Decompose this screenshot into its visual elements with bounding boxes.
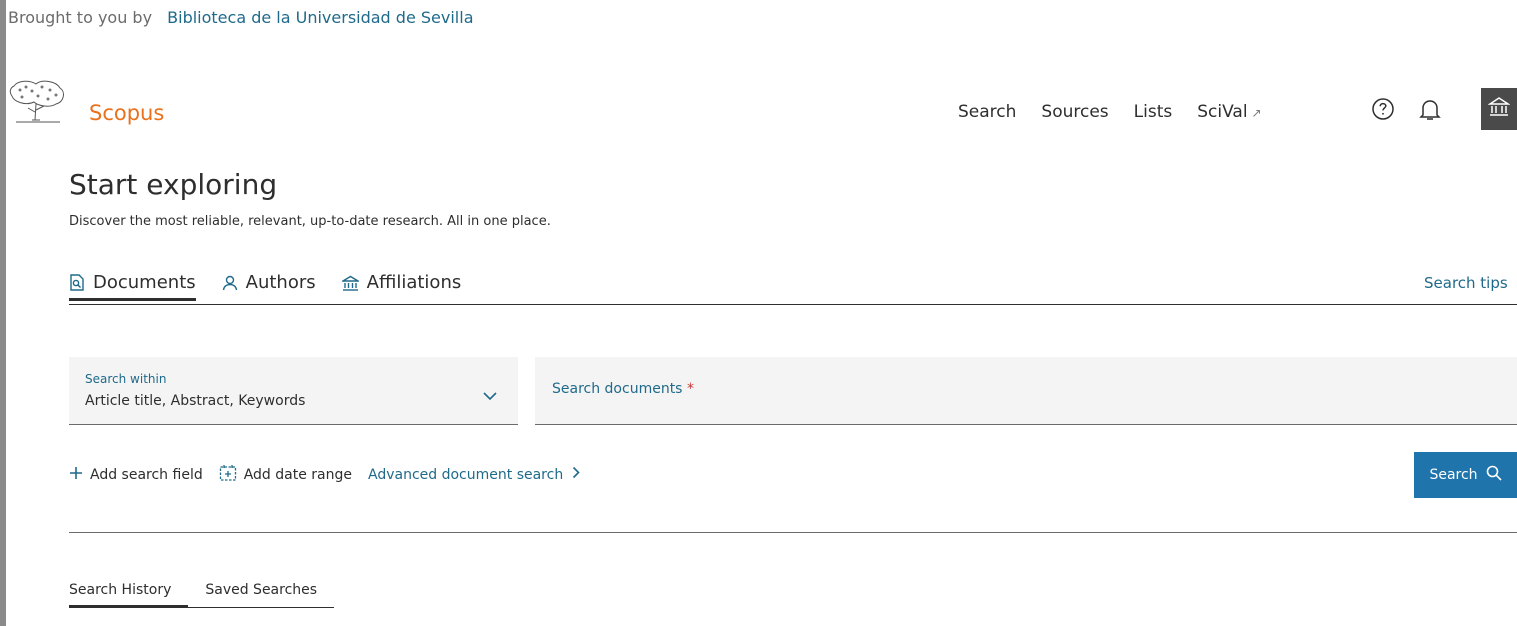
help-icon[interactable] xyxy=(1371,97,1395,121)
left-edge-bar xyxy=(0,0,6,626)
institution-icon xyxy=(341,275,359,291)
required-asterisk: * xyxy=(686,381,694,397)
search-type-tabs: Documents Authors Affiliations xyxy=(69,272,461,301)
chevron-right-icon xyxy=(572,466,580,483)
tab-documents-label: Documents xyxy=(93,272,196,293)
person-icon xyxy=(222,275,238,291)
document-search-icon xyxy=(69,273,85,292)
top-navigation: Search Sources Lists SciVal ↗ xyxy=(958,102,1262,122)
brought-to-you-banner: Brought to you by Biblioteca de la Unive… xyxy=(8,8,474,27)
nav-scival-label: SciVal xyxy=(1197,102,1248,122)
section-divider xyxy=(69,532,1517,533)
nav-scival[interactable]: SciVal ↗ xyxy=(1197,102,1261,122)
tab-affiliations[interactable]: Affiliations xyxy=(341,272,462,301)
plus-icon xyxy=(69,466,83,484)
search-tips-label: Search tips xyxy=(1424,274,1508,292)
nav-lists[interactable]: Lists xyxy=(1134,102,1173,122)
nav-search[interactable]: Search xyxy=(958,102,1016,122)
add-date-range-button[interactable]: Add date range xyxy=(219,464,352,485)
advanced-search-link[interactable]: Advanced document search xyxy=(368,466,580,483)
search-button-label: Search xyxy=(1429,467,1478,483)
institution-icon xyxy=(1487,96,1511,122)
banner-prefix: Brought to you by xyxy=(8,8,153,27)
search-documents-input[interactable]: Search documents * xyxy=(535,357,1517,425)
search-icon xyxy=(1486,465,1502,485)
external-arrow-icon: ↗ xyxy=(1251,106,1262,120)
search-within-label: Search within xyxy=(85,372,167,386)
add-search-field-button[interactable]: Add search field xyxy=(69,466,203,484)
tab-saved-searches-label: Saved Searches xyxy=(205,582,318,598)
tab-affiliations-label: Affiliations xyxy=(366,272,462,293)
tab-authors-label: Authors xyxy=(245,272,316,293)
tab-search-history-label: Search History xyxy=(69,582,172,598)
institution-access-button[interactable] xyxy=(1481,88,1517,130)
institution-link[interactable]: Biblioteca de la Universidad de Sevilla xyxy=(167,8,473,27)
page-title: Start exploring xyxy=(69,168,278,201)
tabs-divider xyxy=(69,304,1517,305)
add-date-range-label: Add date range xyxy=(243,466,352,483)
bell-icon[interactable] xyxy=(1419,98,1441,122)
tab-authors[interactable]: Authors xyxy=(222,272,316,301)
page-subtitle: Discover the most reliable, relevant, up… xyxy=(69,214,551,229)
add-search-field-label: Add search field xyxy=(90,466,203,483)
search-button[interactable]: Search xyxy=(1414,452,1517,498)
calendar-plus-icon xyxy=(219,464,237,485)
search-actions: Add search field Add date range Advanced… xyxy=(69,464,596,485)
search-within-value: Article title, Abstract, Keywords xyxy=(85,393,306,409)
history-tabs: Search History Saved Searches xyxy=(69,582,335,608)
elsevier-logo[interactable] xyxy=(8,78,68,128)
tab-saved-searches[interactable]: Saved Searches xyxy=(188,582,335,608)
nav-sources[interactable]: Sources xyxy=(1041,102,1108,122)
chevron-down-icon xyxy=(482,386,498,405)
search-tips-link[interactable]: Search tips xyxy=(1424,274,1508,292)
tab-documents[interactable]: Documents xyxy=(69,272,196,301)
advanced-search-label: Advanced document search xyxy=(368,466,564,483)
scopus-brand[interactable]: Scopus xyxy=(89,101,164,125)
search-within-dropdown[interactable]: Search within Article title, Abstract, K… xyxy=(69,357,518,425)
tab-search-history[interactable]: Search History xyxy=(69,582,189,608)
search-documents-placeholder-text: Search documents xyxy=(552,381,683,397)
search-documents-placeholder: Search documents * xyxy=(552,381,694,397)
